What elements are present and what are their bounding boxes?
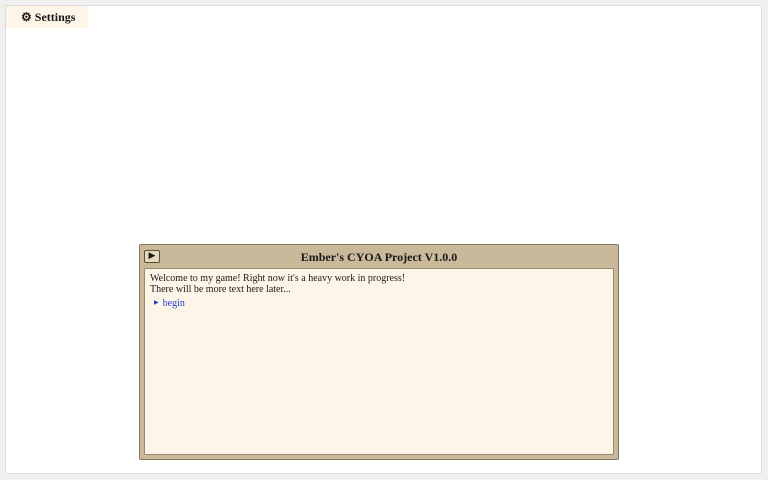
- game-window: ▶ Ember's CYOA Project V1.0.0 Welcome to…: [139, 244, 619, 460]
- window-titlebar: ▶ Ember's CYOA Project V1.0.0: [140, 245, 618, 269]
- play-button[interactable]: ▶: [144, 250, 160, 263]
- choice-list: ▶ begin: [150, 298, 608, 309]
- story-text-line-1: Welcome to my game! Right now it's a hea…: [150, 273, 406, 284]
- choice-begin-link[interactable]: ▶ begin: [154, 298, 608, 309]
- gear-icon: ⚙: [21, 9, 32, 24]
- story-text-line-2: There will be more text here later...: [150, 284, 291, 295]
- window-title: Ember's CYOA Project V1.0.0: [300, 249, 458, 264]
- settings-label: Settings: [34, 9, 76, 24]
- choice-label: begin: [162, 298, 185, 309]
- story-panel: Welcome to my game! Right now it's a hea…: [144, 268, 614, 455]
- settings-button[interactable]: ⚙ Settings: [6, 6, 88, 28]
- bullet-icon: ▶: [154, 300, 159, 306]
